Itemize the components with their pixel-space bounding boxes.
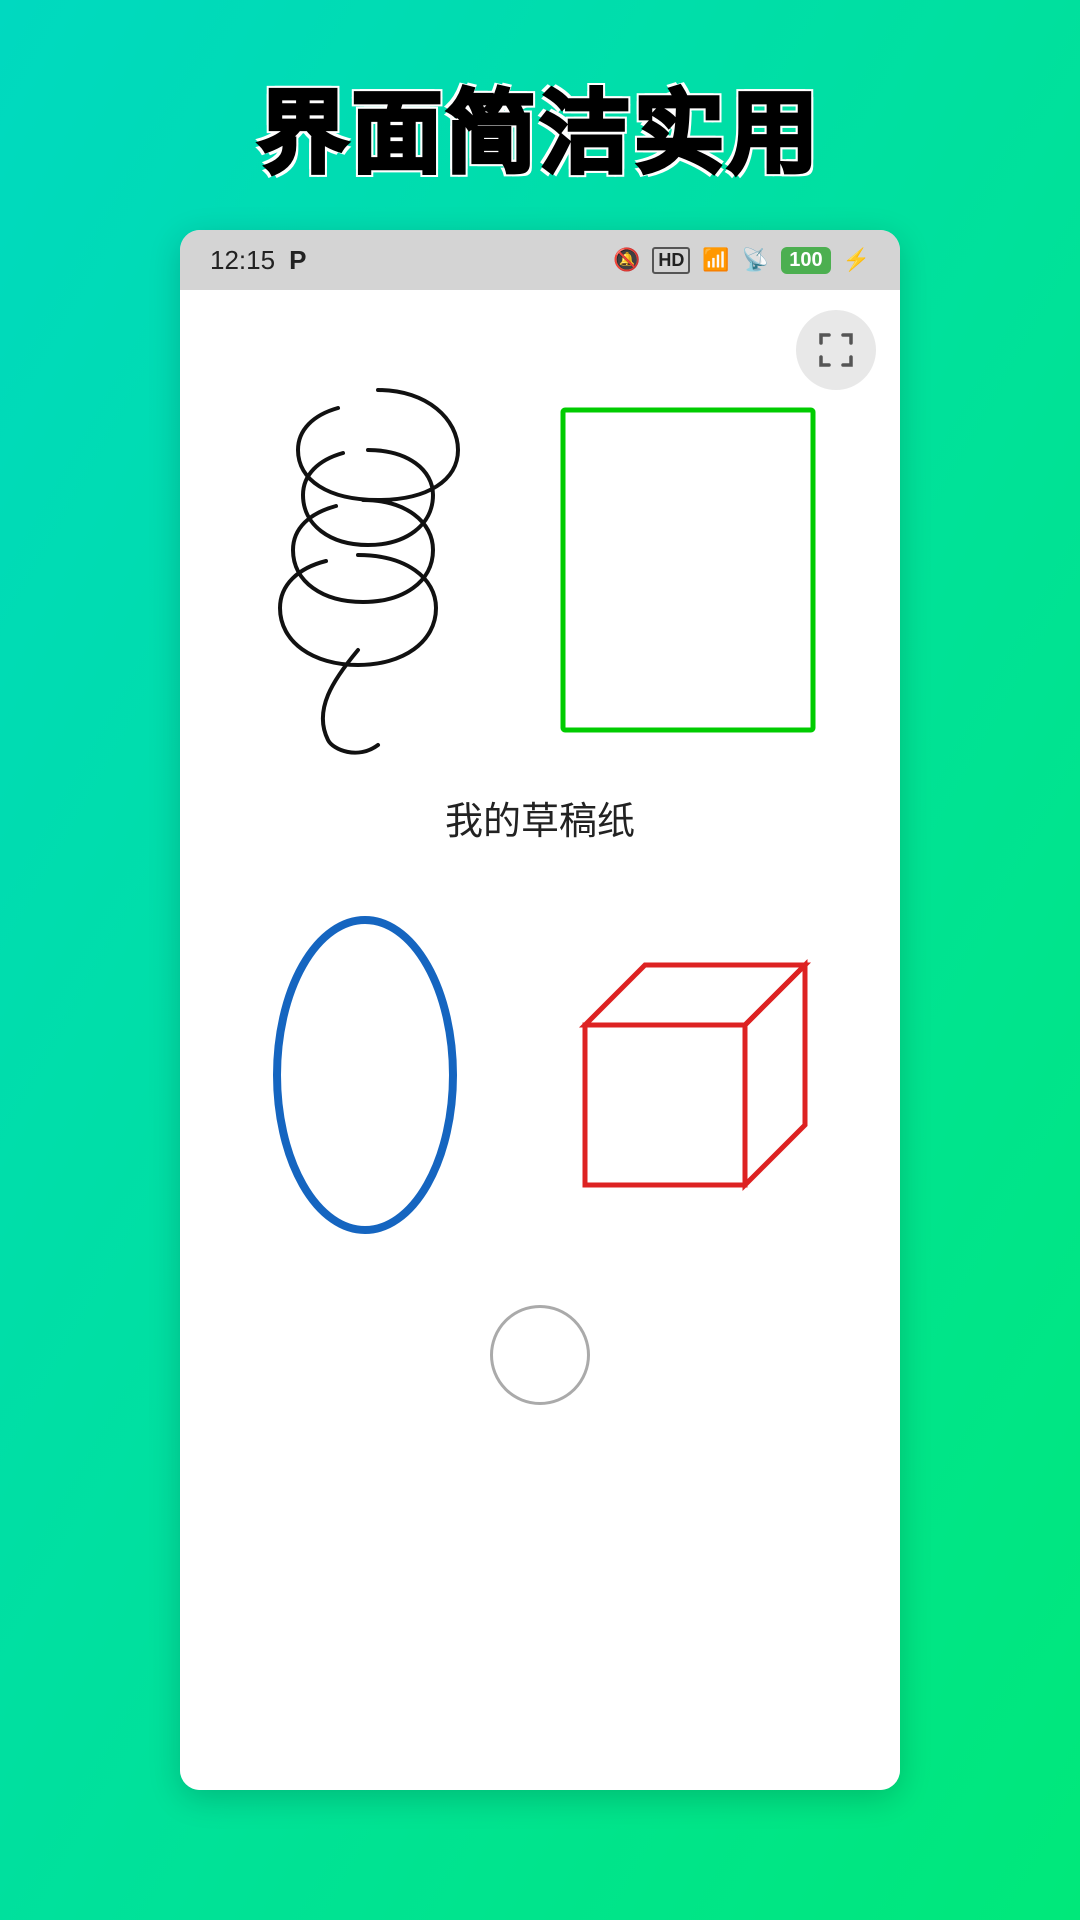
bell-mute-icon: 🔕 [613, 247, 640, 273]
expand-icon [815, 329, 857, 371]
status-bar: 12:15 P 🔕 HD 📶 📡 100 ⚡ [180, 230, 900, 290]
spiral-drawing [258, 370, 478, 770]
signal-icon: 📶 [702, 247, 729, 273]
flash-icon: ⚡ [843, 247, 870, 273]
blue-oval-drawing [265, 905, 465, 1245]
drawing-caption: 我的草稿纸 [445, 790, 635, 845]
title-area: 界面简洁实用 [258, 60, 822, 190]
wifi-icon: 📡 [742, 247, 769, 273]
drawings-bottom [180, 845, 900, 1245]
phone-frame: 12:15 P 🔕 HD 📶 📡 100 ⚡ [180, 230, 900, 1790]
p-icon: P [289, 245, 306, 276]
canvas-area: 我的草稿纸 [180, 290, 900, 1790]
status-left: 12:15 P [210, 245, 306, 276]
home-indicator[interactable] [490, 1305, 590, 1405]
hd-icon: HD [652, 247, 690, 274]
drawings-top [180, 290, 900, 770]
status-right: 🔕 HD 📶 📡 100 ⚡ [613, 247, 870, 274]
red-cube-drawing [555, 935, 815, 1215]
green-rectangle-drawing [553, 400, 823, 740]
status-time: 12:15 [210, 245, 275, 276]
battery-badge: 100 [781, 247, 830, 274]
page-title: 界面简洁实用 [258, 84, 822, 184]
expand-button[interactable] [796, 310, 876, 390]
